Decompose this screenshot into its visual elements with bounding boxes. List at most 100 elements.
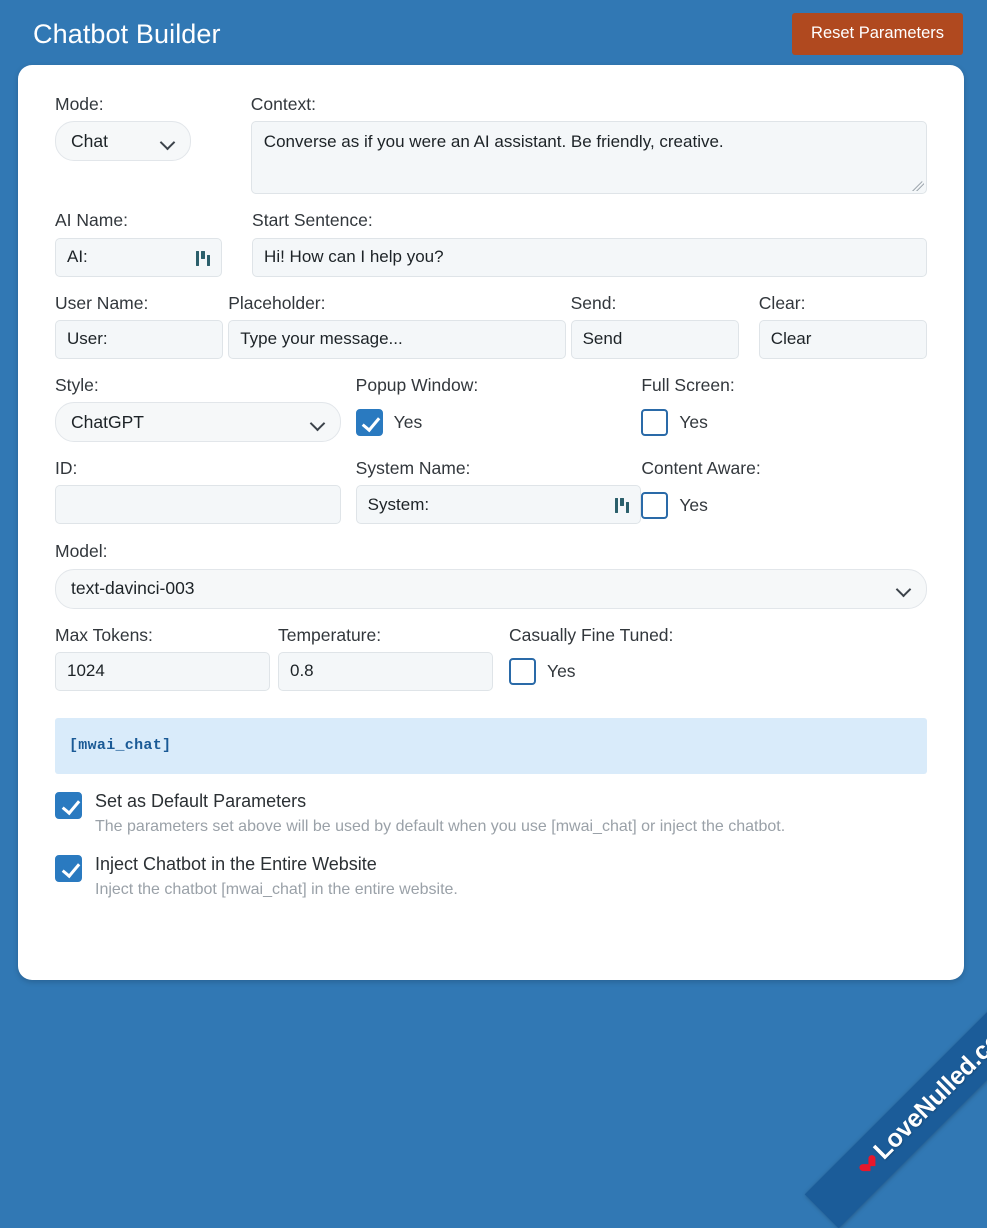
watermark-text: LoveNulled.com (867, 1010, 987, 1165)
row-model: Model: text-davinci-003 (55, 541, 927, 609)
row-mode-context: Mode: Chat Context: Converse as if you w… (55, 94, 927, 195)
start-sentence-input[interactable]: Hi! How can I help you? (252, 237, 927, 277)
resize-handle-icon[interactable] (912, 179, 924, 192)
set-as-default-checkbox[interactable] (55, 791, 82, 819)
start-sentence-label: Start Sentence: (252, 210, 373, 231)
temperature-input[interactable]: 0.8 (278, 651, 493, 691)
content-aware-checkbox-label: Yes (679, 494, 708, 515)
model-select-value: text-davinci-003 (71, 578, 195, 598)
bars-adjust-icon[interactable] (614, 496, 630, 514)
context-textarea[interactable]: Converse as if you were an AI assistant.… (250, 121, 927, 195)
field-style: Style: ChatGPT (55, 374, 341, 442)
ai-name-label: AI Name: (55, 210, 128, 231)
inject-chatbot-description: Inject the chatbot [mwai_chat] in the en… (95, 881, 458, 899)
field-model: Model: text-davinci-003 (55, 541, 927, 609)
field-content-aware: Content Aware: Yes (641, 458, 927, 525)
style-select-value: ChatGPT (71, 411, 144, 432)
field-ai-name: AI Name: AI: (55, 210, 223, 277)
full-screen-label: Full Screen: (641, 374, 735, 395)
settings-form: Mode: Chat Context: Converse as if you w… (18, 94, 964, 692)
mode-select-value: Chat (71, 130, 108, 151)
style-label: Style: (55, 374, 99, 395)
set-as-default-description: The parameters set above will be used by… (95, 818, 786, 836)
clear-label: Clear: (758, 292, 806, 313)
user-name-value: User: (67, 329, 108, 349)
field-full-screen: Full Screen: Yes (641, 374, 927, 442)
options-section: Set as Default Parameters The parameters… (18, 791, 964, 900)
watermark-ribbon: LoveNulled.com (804, 961, 987, 1228)
inject-chatbot-checkbox[interactable] (55, 854, 82, 882)
field-send: Send: Send (570, 292, 739, 359)
system-name-input[interactable]: System: (355, 485, 642, 525)
bars-adjust-icon[interactable] (195, 249, 211, 266)
id-label: ID: (55, 458, 78, 478)
max-tokens-value: 1024 (67, 661, 105, 681)
send-label: Send: (570, 292, 617, 313)
send-input[interactable]: Send (570, 319, 739, 359)
heart-icon (860, 1156, 878, 1174)
user-name-label: User Name: (55, 292, 149, 313)
chevron-down-icon (161, 137, 176, 146)
user-name-input[interactable]: User: (55, 319, 224, 359)
system-name-label: System Name: (355, 458, 471, 478)
row-maxtokens-temperature-finetuned: Max Tokens: 1024 Temperature: 0.8 Casual… (55, 624, 927, 692)
field-system-name: System Name: System: (355, 458, 642, 525)
system-name-value: System: (367, 494, 430, 514)
row-username-placeholder-send-clear: User Name: User: Placeholder: Type your … (55, 292, 927, 359)
field-context: Context: Converse as if you were an AI a… (250, 94, 927, 195)
id-input[interactable] (55, 485, 341, 525)
row-ainame-startsentence: AI Name: AI: Start Sentence: Hi! How can… (55, 210, 927, 277)
mode-select[interactable]: Chat (55, 121, 191, 162)
clear-input[interactable]: Clear (758, 319, 927, 359)
casually-fine-tuned-checkbox-label: Yes (547, 661, 576, 682)
mode-label: Mode: (55, 94, 104, 114)
full-screen-checkbox-label: Yes (679, 411, 708, 432)
popup-window-checkbox[interactable] (355, 408, 383, 436)
model-select[interactable]: text-davinci-003 (55, 568, 927, 609)
page-title: Chatbot Builder (33, 18, 221, 49)
shortcode-box[interactable]: [mwai_chat] (55, 717, 927, 774)
content-aware-label: Content Aware: (641, 458, 761, 478)
style-select[interactable]: ChatGPT (55, 402, 341, 442)
popup-window-checkbox-label: Yes (393, 411, 423, 432)
popup-window-label: Popup Window: (355, 374, 479, 395)
placeholder-value: Type your message... (240, 329, 403, 349)
placeholder-label: Placeholder: (228, 292, 326, 313)
max-tokens-input[interactable]: 1024 (55, 651, 270, 691)
casually-fine-tuned-checkbox[interactable] (509, 658, 536, 686)
field-max-tokens: Max Tokens: 1024 (55, 624, 270, 691)
max-tokens-label: Max Tokens: (55, 624, 153, 645)
ai-name-value: AI: (67, 247, 88, 266)
field-placeholder: Placeholder: Type your message... (228, 292, 566, 359)
temperature-value: 0.8 (290, 661, 314, 681)
context-textarea-value: Converse as if you were an AI assistant.… (263, 132, 724, 152)
ai-name-input[interactable]: AI: (55, 237, 223, 277)
send-value: Send (582, 329, 623, 349)
placeholder-input[interactable]: Type your message... (228, 319, 566, 359)
option-set-as-default: Set as Default Parameters The parameters… (55, 791, 927, 837)
start-sentence-value: Hi! How can I help you? (264, 247, 444, 266)
inject-chatbot-title: Inject Chatbot in the Entire Website (95, 853, 377, 874)
context-label: Context: (250, 94, 316, 114)
field-popup-window: Popup Window: Yes (355, 374, 642, 442)
chevron-down-icon (897, 584, 912, 593)
settings-card: Mode: Chat Context: Converse as if you w… (18, 65, 964, 980)
temperature-label: Temperature: (278, 624, 382, 645)
field-temperature: Temperature: 0.8 (278, 624, 493, 691)
field-user-name: User Name: User: (55, 292, 224, 359)
content-aware-checkbox[interactable] (641, 491, 669, 519)
casually-fine-tuned-label: Casually Fine Tuned: (509, 624, 674, 645)
chevron-down-icon (311, 418, 326, 427)
clear-value: Clear (770, 329, 812, 349)
app-header: Chatbot Builder Reset Parameters (0, 0, 987, 68)
full-screen-checkbox[interactable] (641, 408, 669, 436)
set-as-default-title: Set as Default Parameters (95, 790, 307, 811)
field-mode: Mode: Chat (55, 94, 191, 162)
reset-parameters-button[interactable]: Reset Parameters (792, 13, 963, 55)
field-start-sentence: Start Sentence: Hi! How can I help you? (252, 210, 927, 277)
row-id-systemname-contentaware: ID: System Name: System: Content Aware: … (55, 458, 927, 525)
field-id: ID: (55, 458, 341, 525)
field-clear: Clear: Clear (758, 292, 927, 359)
field-casually-fine-tuned: Casually Fine Tuned: Yes (509, 624, 809, 692)
option-inject-chatbot: Inject Chatbot in the Entire Website Inj… (55, 854, 927, 900)
